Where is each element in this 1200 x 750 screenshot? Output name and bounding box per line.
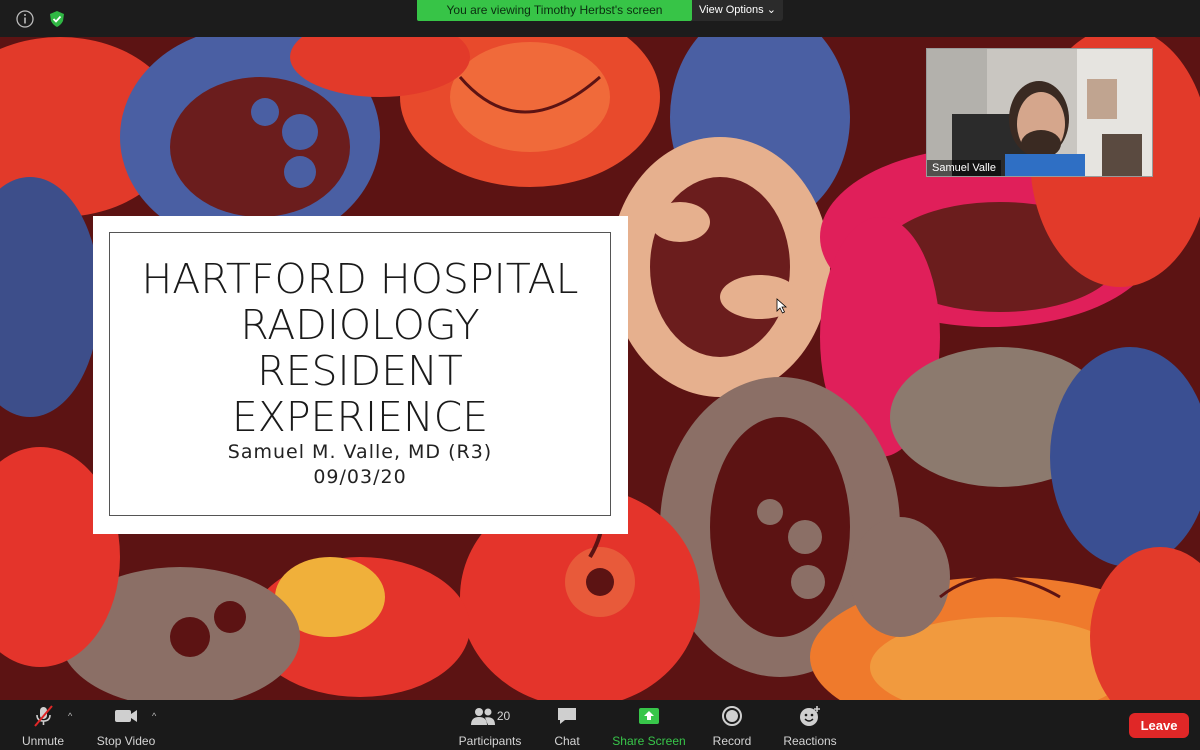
share-screen-label: Share Screen — [612, 734, 686, 748]
video-camera-icon — [94, 704, 158, 728]
record-button[interactable]: Record — [710, 704, 754, 748]
viewing-banner: You are viewing Timothy Herbst's screen — [417, 0, 692, 21]
unmute-button[interactable]: Unmute — [18, 704, 68, 748]
chat-label: Chat — [554, 734, 580, 748]
share-screen-button[interactable]: Share Screen — [612, 704, 686, 748]
participant-name: Samuel Valle — [927, 160, 1001, 176]
participant-video-feed — [927, 49, 1152, 176]
audio-options-caret-icon[interactable]: ^ — [68, 711, 72, 721]
slide-title: HARTFORD HOSPITAL RADIOLOGY RESIDENT EXP… — [110, 256, 610, 440]
participant-video-tile[interactable]: Samuel Valle — [926, 48, 1153, 177]
slide-date: 09/03/20 — [313, 466, 407, 488]
view-options-label: View Options — [699, 4, 764, 16]
record-icon — [710, 704, 754, 728]
participants-button[interactable]: 20 Participants — [456, 704, 524, 748]
info-icon[interactable] — [15, 9, 35, 29]
slide-title-card: HARTFORD HOSPITAL RADIOLOGY RESIDENT EXP… — [93, 216, 628, 534]
participants-icon — [470, 708, 495, 725]
reactions-button[interactable]: Reactions — [782, 704, 838, 748]
participants-icon-row: 20 — [456, 704, 524, 728]
meeting-toolbar: Unmute ^ Stop Video ^ 20 Participants Ch… — [0, 700, 1200, 750]
participants-count: 20 — [496, 709, 511, 723]
unmute-label: Unmute — [21, 734, 65, 748]
mouse-cursor-icon — [776, 298, 788, 314]
view-options-button[interactable]: View Options ⌄ — [692, 0, 783, 21]
slide-title-line: HARTFORD HOSPITAL — [141, 255, 579, 303]
stop-video-button[interactable]: Stop Video — [94, 704, 158, 748]
chat-button[interactable]: Chat — [550, 704, 584, 748]
meeting-top-bar: You are viewing Timothy Herbst's screen … — [0, 0, 1200, 37]
slide-title-line: RADIOLOGY — [240, 301, 480, 349]
chat-icon — [550, 704, 584, 728]
record-label: Record — [712, 734, 752, 748]
reactions-label: Reactions — [783, 734, 837, 748]
reactions-icon — [782, 704, 838, 728]
slide-title-line: EXPERIENCE — [231, 393, 489, 441]
slide-frame: HARTFORD HOSPITAL RADIOLOGY RESIDENT EXP… — [109, 232, 611, 516]
participants-label: Participants — [458, 734, 522, 748]
video-options-caret-icon[interactable]: ^ — [152, 711, 156, 721]
stop-video-label: Stop Video — [96, 734, 156, 748]
shield-icon[interactable] — [47, 9, 67, 29]
muted-microphone-icon — [18, 704, 68, 728]
share-screen-icon — [612, 704, 686, 728]
slide-presenter: Samuel M. Valle, MD (R3) — [227, 441, 493, 463]
leave-button[interactable]: Leave — [1129, 713, 1189, 738]
chevron-down-icon: ⌄ — [766, 4, 776, 16]
slide-title-line: RESIDENT — [257, 347, 463, 395]
